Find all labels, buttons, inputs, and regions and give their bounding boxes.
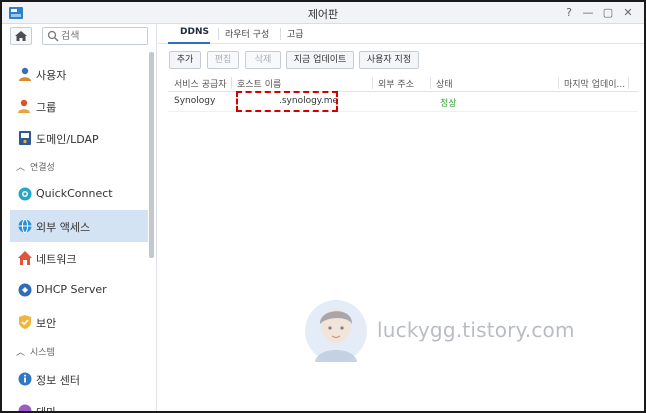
cell-provider: Synology <box>174 96 216 106</box>
maximize-button[interactable]: ▢ <box>600 5 616 21</box>
sidebar-section-label: 연결성 <box>30 163 55 173</box>
main-panel: DDNS 라우터 구성 고급 추가 편집 삭제 지금 업데이트 사용자 지정 서… <box>158 24 644 411</box>
column-divider <box>430 77 431 89</box>
sidebar-item-label: 테마 <box>36 406 57 413</box>
search-input[interactable] <box>61 29 145 43</box>
watermark-text: luckygg.tistory.com <box>377 318 575 342</box>
sidebar-scrollbar[interactable] <box>149 52 154 258</box>
column-divider <box>372 77 373 89</box>
sidebar-item-theme[interactable]: 테마 <box>10 395 148 413</box>
watermark: luckygg.tistory.com <box>303 296 575 366</box>
network-icon <box>18 251 32 265</box>
sidebar-item-label: 정보 센터 <box>36 374 80 387</box>
sidebar-item-label: 사용자 <box>36 69 67 82</box>
info-icon <box>18 372 32 386</box>
sidebar-item-quickconnect[interactable]: QuickConnect <box>10 178 148 210</box>
update-now-button[interactable]: 지금 업데이트 <box>286 51 354 69</box>
chevron-up-icon: ︿ <box>16 163 26 173</box>
column-header-status[interactable]: 상태 <box>436 77 453 90</box>
add-button[interactable]: 추가 <box>169 51 201 69</box>
quickconnect-icon <box>18 187 32 201</box>
sidebar-item-info-center[interactable]: 정보 센터 <box>10 363 148 395</box>
control-panel-window: 제어판 ? — ▢ ✕ 사용자 <box>0 0 646 413</box>
title-bar: 제어판 ? — ▢ ✕ <box>2 2 644 24</box>
tab-advanced[interactable]: 고급 <box>287 27 304 40</box>
edit-button[interactable]: 편집 <box>207 51 239 69</box>
sidebar-item-security[interactable]: 보안 <box>10 306 148 338</box>
close-button[interactable]: ✕ <box>620 5 636 21</box>
column-header-last-update[interactable]: 마지막 업데이... <box>564 77 625 90</box>
column-divider <box>558 77 559 89</box>
home-button[interactable] <box>10 27 32 45</box>
sidebar-item-label: DHCP Server <box>36 283 107 296</box>
dhcp-icon <box>18 283 32 297</box>
group-icon <box>18 99 30 113</box>
avatar <box>305 300 367 362</box>
window-title: 제어판 <box>307 8 339 21</box>
sidebar-item-label: QuickConnect <box>36 187 113 200</box>
security-shield-icon <box>19 315 31 329</box>
active-tab-indicator <box>168 42 210 44</box>
sidebar-item-group[interactable]: 그룹 <box>10 90 148 122</box>
sidebar-item-network[interactable]: 네트워크 <box>10 242 148 274</box>
sidebar-item-label: 외부 액세스 <box>36 221 91 234</box>
tab-bar: DDNS 라우터 구성 고급 <box>158 24 644 44</box>
sidebar-section-label: 시스템 <box>30 348 55 358</box>
home-icon <box>15 31 27 41</box>
sidebar-item-external-access[interactable]: 외부 액세스 <box>10 210 148 242</box>
column-header-hostname[interactable]: 호스트 이름 <box>237 77 281 90</box>
tab-divider <box>218 28 219 40</box>
minimize-button[interactable]: — <box>580 5 596 21</box>
cell-status: 정상 <box>440 99 457 109</box>
user-icon <box>19 67 31 81</box>
external-access-icon <box>18 219 32 233</box>
column-divider <box>628 77 629 89</box>
delete-button[interactable]: 삭제 <box>245 51 281 69</box>
domain-ldap-icon <box>19 131 31 145</box>
sidebar: 사용자 그룹 도메인/LDAP ︿ 연결성 <box>2 24 157 413</box>
column-header-provider[interactable]: 서비스 공급자 <box>174 77 227 90</box>
column-header-external-address[interactable]: 외부 주소 <box>378 77 414 90</box>
sidebar-section-connectivity[interactable]: ︿ 연결성 <box>10 157 148 177</box>
hostname-highlight-box <box>236 91 338 112</box>
sidebar-item-label: 네트워크 <box>36 253 77 266</box>
search-field[interactable] <box>42 27 148 45</box>
customize-button[interactable]: 사용자 지정 <box>359 51 419 69</box>
sidebar-item-label: 도메인/LDAP <box>36 133 99 146</box>
tab-divider <box>280 28 281 40</box>
sidebar-item-domain-ldap[interactable]: 도메인/LDAP <box>10 122 148 154</box>
sidebar-item-dhcp-server[interactable]: DHCP Server <box>10 274 148 306</box>
column-divider <box>231 77 232 89</box>
table-header: 서비스 공급자 호스트 이름 외부 주소 상태 마지막 업데이... <box>168 74 638 92</box>
tab-router-config[interactable]: 라우터 구성 <box>225 27 269 40</box>
sidebar-item-label: 그룹 <box>36 101 57 114</box>
theme-icon <box>18 404 32 411</box>
sidebar-section-system[interactable]: ︿ 시스템 <box>10 342 148 362</box>
sidebar-item-user[interactable]: 사용자 <box>10 58 148 90</box>
sidebar-item-label: 보안 <box>36 317 57 330</box>
search-icon <box>47 30 59 42</box>
help-button[interactable]: ? <box>561 5 577 21</box>
chevron-up-icon: ︿ <box>16 348 26 358</box>
tab-ddns[interactable]: DDNS <box>180 27 209 37</box>
